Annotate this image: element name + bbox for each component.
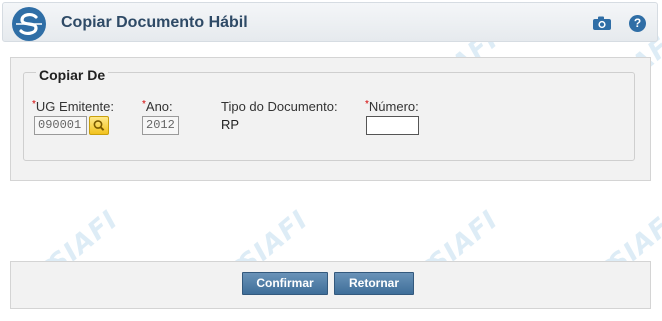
ug-emitente-field[interactable]: 090001	[34, 116, 87, 135]
numero-field[interactable]	[366, 116, 419, 135]
form-panel: Copiar De *UG Emitente: 090001 *Ano: 201…	[10, 57, 651, 181]
numero-label: *Número:	[365, 99, 419, 114]
copy-from-fieldset: Copiar De *UG Emitente: 090001 *Ano: 201…	[23, 67, 635, 161]
help-icon[interactable]: ?	[629, 15, 646, 32]
window-header: Copiar Documento Hábil ?	[2, 2, 658, 42]
confirm-button[interactable]: Confirmar	[242, 272, 328, 295]
magnifier-icon	[93, 120, 105, 131]
ug-emitente-label: *UG Emitente:	[32, 99, 114, 114]
return-button[interactable]: Retornar	[334, 272, 414, 295]
ano-field[interactable]: 2012	[142, 116, 179, 135]
siafi-logo-icon	[12, 7, 46, 41]
camera-icon[interactable]	[592, 15, 612, 31]
tipo-documento-value: RP	[221, 117, 240, 132]
page-title: Copiar Documento Hábil	[61, 14, 248, 31]
fieldset-legend: Copiar De	[36, 67, 109, 83]
action-bar: Confirmar Retornar	[10, 261, 651, 309]
ano-label: *Ano:	[142, 99, 173, 114]
search-ug-button[interactable]	[89, 116, 109, 135]
tipo-documento-label: Tipo do Documento:	[221, 99, 338, 114]
